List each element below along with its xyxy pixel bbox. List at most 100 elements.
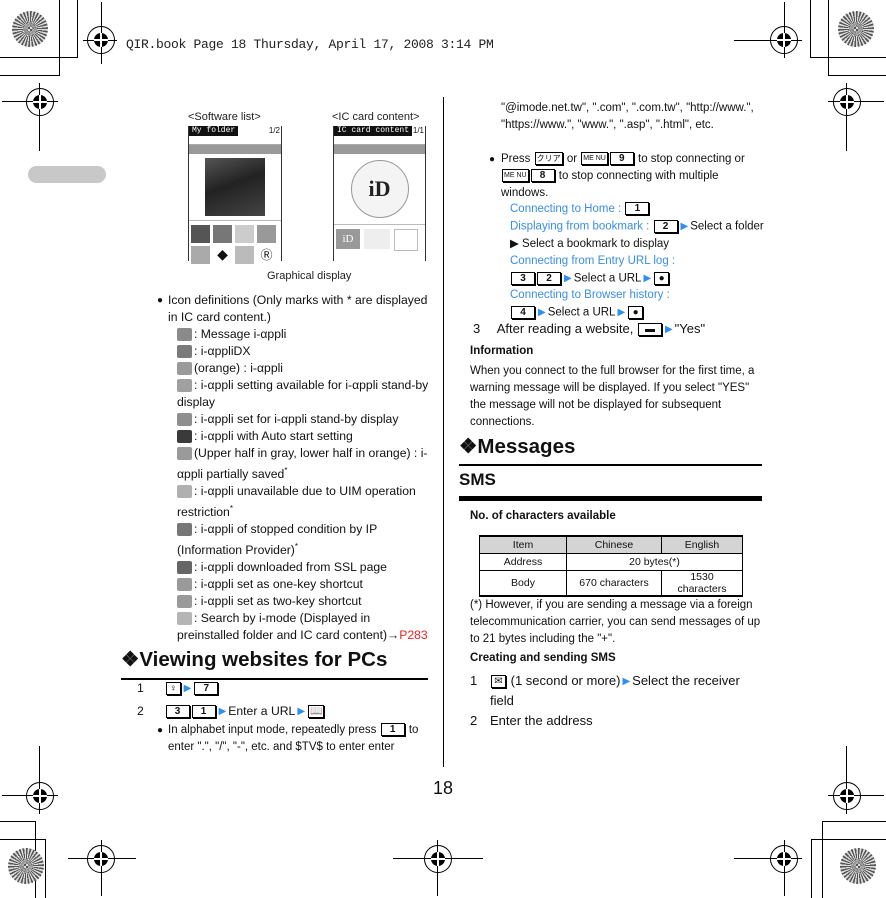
partially-saved-icon — [177, 447, 192, 461]
icon-definition-item: (orange) : i-αppli — [177, 360, 430, 377]
icon-definitions-intro: Icon definitions (Only marks with * are … — [168, 293, 428, 324]
center-key-icon: ● — [654, 271, 670, 285]
registration-rosette-icon — [12, 11, 48, 47]
ic-card-caption: <IC card content> — [332, 111, 420, 123]
auto-start-icon — [177, 430, 192, 444]
sms-heading: SMS — [459, 470, 496, 489]
table-header-row: Item Chinese English — [479, 535, 743, 554]
viewing-websites-section: ❖Viewing websites for PCs — [121, 647, 428, 680]
icon-definition-item: : i-αppliDX — [177, 343, 430, 360]
step-1: 1 ♀ ▶ 7 — [137, 680, 437, 697]
two-key-shortcut-icon — [177, 595, 192, 609]
table-row: Address 20 bytes(*) — [479, 553, 743, 571]
icon-definition-item: : i-αppli of stopped condition by IP (In… — [177, 522, 377, 558]
sms-step-1: 1 ✉ (1 second or more) ▶ Select the receiv… — [470, 673, 740, 709]
one-key-shortcut-icon — [177, 578, 192, 592]
ssl-icon — [177, 561, 192, 575]
ic-card-title-bar — [334, 145, 425, 154]
table-cell: 1530 characters — [661, 570, 743, 597]
screen-title: IC card content — [334, 126, 413, 136]
section-heading: ❖Messages — [459, 435, 576, 458]
imode-key-icon: ♀ — [165, 682, 181, 696]
software-list-caption: <Software list> — [188, 111, 261, 123]
key-3: 3 — [165, 705, 190, 719]
table-row: Body 670 characters 1530 characters — [479, 570, 743, 597]
id-logo: iD — [350, 160, 409, 218]
step-text: Enter a URL — [228, 704, 296, 718]
standby-set-icon — [177, 413, 192, 427]
table-header: Item — [479, 535, 567, 554]
key-4: 4 — [511, 306, 535, 320]
registration-rosette-icon — [8, 848, 44, 884]
table-footnote: (*) However, if you are sending a messag… — [470, 599, 761, 645]
sms-character-table: Item Chinese English Address 20 bytes(*)… — [479, 535, 743, 597]
software-list-screenshot: My folder 1/2 ◆ Ⓡ — [188, 126, 282, 264]
menu-key-icon: ME NU — [581, 152, 608, 166]
table-header: Chinese — [566, 535, 662, 554]
key-7: 7 — [194, 682, 219, 696]
information-title: Information — [470, 345, 534, 357]
search-by-imode-icon — [177, 612, 192, 626]
step-3: 3 After reading a website, ▬ ▶ "Yes" — [473, 321, 706, 337]
software-icon-grid — [189, 220, 281, 243]
arrow-icon: ▶ — [297, 706, 306, 718]
creating-sms-title: Creating and sending SMS — [470, 652, 616, 664]
print-slug: QIR.book Page 18 Thursday, April 17, 200… — [126, 37, 494, 52]
icon-definition-item: : i-αppli unavailable due to UIM operati… — [177, 484, 416, 520]
mail-key-icon: ✉ — [491, 675, 506, 689]
software-title-bar — [189, 145, 281, 154]
screen-title: My folder — [189, 126, 239, 136]
end-key-icon: ▬ — [637, 323, 662, 337]
sms-step-2: 2 Enter the address — [470, 713, 593, 728]
sms-rule — [459, 496, 762, 501]
center-key-icon: ● — [628, 306, 644, 320]
icon-definition-item: (Upper half in gray, lower half in orang… — [177, 446, 428, 482]
page-reference-link[interactable]: P283 — [399, 628, 427, 642]
key-8: 8 — [530, 169, 555, 183]
option-entry-url-log: Connecting from Entry URL log : — [510, 254, 676, 267]
bullet-stop-connecting: ● Press クリア or ME NU 9 to stop connecting… — [489, 152, 745, 199]
table-cell: 670 characters — [566, 570, 662, 597]
uim-restricted-icon — [177, 485, 192, 499]
table-cell: 20 bytes(*) — [566, 553, 743, 571]
icon-definition-item: : Message i-αppli — [177, 326, 430, 343]
option-bookmark: Displaying from bookmark : 2 ▶ Select a fo… — [510, 220, 764, 250]
software-thumbnail — [205, 158, 265, 216]
option-browser-history: Connecting to Browser history : — [510, 289, 670, 302]
icon-definition-item: : i-αppli set as one-key shortcut — [177, 576, 430, 593]
message-iappli-icon — [177, 328, 192, 342]
book-key-icon: 📖 — [308, 705, 325, 719]
table-cell: Address — [479, 553, 567, 571]
figure-caption: Graphical display — [267, 270, 352, 282]
key-9: 9 — [609, 152, 634, 166]
option-home: Connecting to Home : 1 — [510, 201, 765, 218]
sms-section: SMS — [459, 470, 762, 501]
step-2: 2 3 1 ▶ Enter a URL ▶ 📖 — [137, 703, 437, 720]
table-title: No. of characters available — [470, 510, 616, 522]
icon-definition-item: : i-αppli set for i-αppli stand-by displ… — [177, 411, 430, 428]
information-text: When you connect to the full browser for… — [470, 365, 755, 428]
iapplidx-icon — [177, 345, 192, 359]
registration-rosette-icon — [838, 11, 874, 47]
heading-rule — [459, 464, 762, 466]
step-number: 1 — [137, 681, 144, 695]
bullet-continuation: "@imode.net.tw", ".com", ".com.tw", "htt… — [501, 102, 754, 131]
key-1: 1 — [625, 202, 650, 216]
table-header: English — [661, 535, 743, 554]
key-2: 2 — [537, 271, 561, 285]
table-cell: Body — [479, 570, 567, 597]
menu-key-icon: ME NU — [502, 169, 529, 183]
icon-definition-item: : i-αppli setting available for i-αppli … — [177, 378, 429, 409]
screen-page: 1/1 — [412, 126, 424, 135]
key-3: 3 — [511, 271, 535, 285]
clear-key-icon: クリア — [534, 152, 563, 166]
iappli-orange-icon — [177, 362, 192, 376]
icon-definition-item: : i-αppli set as two-key shortcut — [177, 593, 430, 610]
messages-section: ❖Messages — [459, 434, 762, 466]
section-heading: ❖Viewing websites for PCs — [121, 648, 388, 671]
standby-available-icon — [177, 379, 192, 393]
stopped-by-ip-icon — [177, 523, 192, 537]
key-2: 2 — [653, 220, 678, 233]
bullet-alphabet-input: ● In alphabet input mode, repeatedly pre… — [157, 723, 419, 753]
key-1: 1 — [380, 723, 405, 737]
